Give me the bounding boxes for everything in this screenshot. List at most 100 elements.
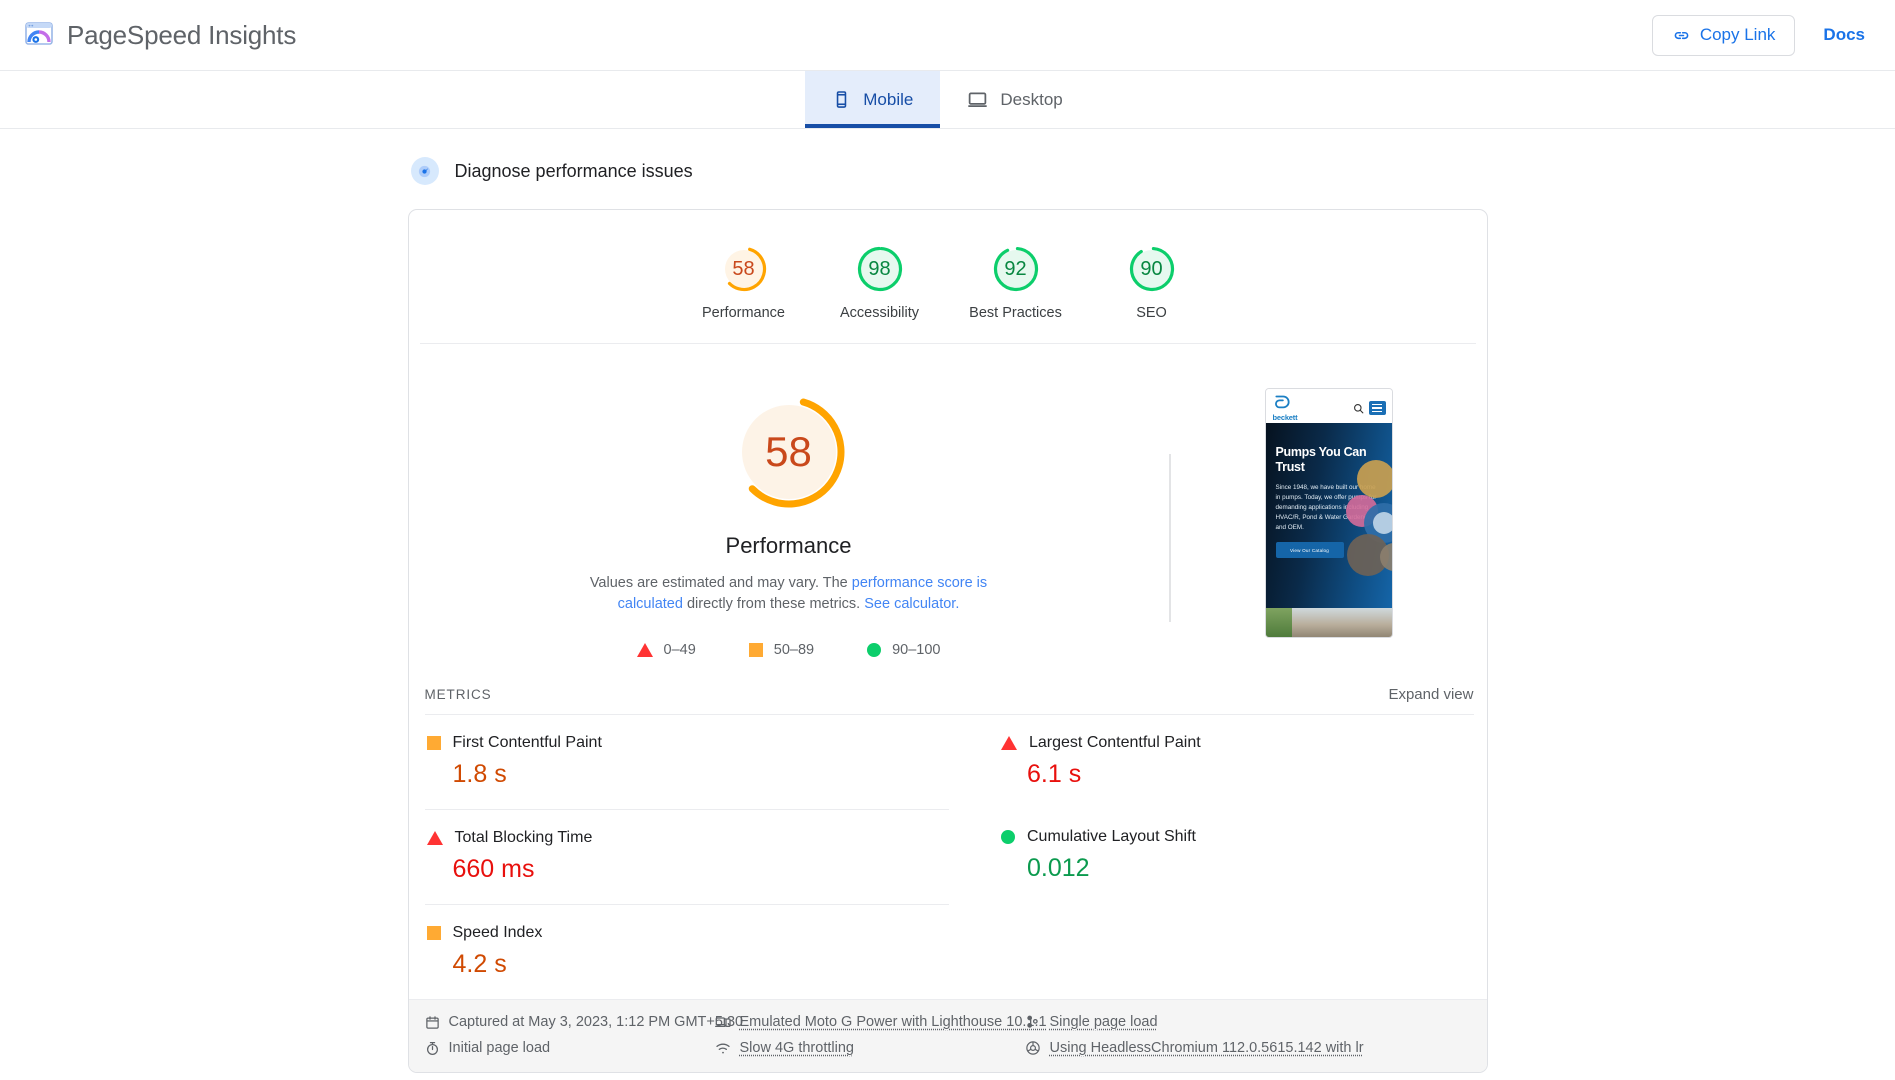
performance-description: Values are estimated and may vary. The p… bbox=[569, 573, 1009, 614]
copy-link-button[interactable]: Copy Link bbox=[1651, 14, 1796, 56]
thumbnail-footer-image bbox=[1265, 608, 1392, 637]
diagnose-label: Diagnose performance issues bbox=[454, 160, 693, 181]
score-seo-label: SEO bbox=[1136, 305, 1167, 321]
page-body: Diagnose performance issues 58 Performan… bbox=[0, 129, 1895, 1074]
category-scores: 58 Performance 98 Accessibility 92 Best … bbox=[419, 210, 1476, 344]
meta-emulated-device[interactable]: Emulated Moto G Power with Lighthouse 10… bbox=[714, 1014, 1047, 1030]
device-icon bbox=[714, 1014, 731, 1030]
metric-label: Cumulative Layout Shift bbox=[1027, 828, 1196, 846]
report-card: 58 Performance 98 Accessibility 92 Best … bbox=[407, 209, 1488, 1074]
gauge-seo-value: 90 bbox=[1140, 257, 1163, 280]
meta-text: Initial page load bbox=[448, 1040, 551, 1057]
tab-bar: Mobile Desktop bbox=[0, 71, 1895, 129]
gauge-performance: 58 bbox=[719, 244, 769, 294]
metric-value: 660 ms bbox=[452, 855, 535, 884]
gauge-accessibility: 98 bbox=[855, 244, 905, 294]
brand: PageSpeed Insights bbox=[24, 20, 296, 51]
monitor-icon bbox=[967, 89, 988, 110]
meta-text: Captured at May 3, 2023, 1:12 PM GMT+5:3… bbox=[448, 1014, 744, 1031]
metric-label: Speed Index bbox=[452, 924, 543, 942]
calendar-icon bbox=[425, 1015, 440, 1030]
desc-text-2: directly from these metrics. bbox=[682, 595, 865, 612]
meta-single-page-load[interactable]: Single page load bbox=[1025, 1014, 1471, 1030]
metric-cumulative-layout-shift[interactable]: Cumulative Layout Shift 0.012 bbox=[949, 809, 1474, 904]
metric-label: Total Blocking Time bbox=[454, 829, 593, 847]
gauge-performance-large-value: 58 bbox=[765, 428, 812, 475]
score-performance[interactable]: 58 Performance bbox=[676, 244, 812, 321]
score-legend: 0–49 50–89 90–100 bbox=[636, 642, 940, 659]
metric-value: 1.8 s bbox=[452, 760, 507, 789]
tab-desktop-label: Desktop bbox=[1000, 89, 1063, 109]
meta-browser-version[interactable]: Using HeadlessChromium 112.0.5615.142 wi… bbox=[1025, 1040, 1471, 1056]
score-seo[interactable]: 90 SEO bbox=[1084, 244, 1220, 321]
stopwatch-icon bbox=[425, 1041, 440, 1056]
square-icon bbox=[748, 643, 763, 658]
score-accessibility-label: Accessibility bbox=[840, 305, 919, 321]
gauge-performance-large: 58 bbox=[727, 390, 851, 514]
diagnose-icon bbox=[410, 157, 439, 185]
tab-mobile[interactable]: Mobile bbox=[805, 71, 941, 128]
performance-label: Performance bbox=[725, 533, 852, 558]
chrome-icon bbox=[1025, 1040, 1041, 1056]
top-bar-actions: Copy Link Docs bbox=[1651, 14, 1873, 56]
meta-text[interactable]: Slow 4G throttling bbox=[740, 1040, 854, 1056]
tab-desktop[interactable]: Desktop bbox=[940, 71, 1089, 128]
meta-throttling[interactable]: Slow 4G throttling bbox=[715, 1040, 1025, 1056]
beckett-logo: beckett bbox=[1273, 395, 1298, 422]
score-best-practices[interactable]: 92 Best Practices bbox=[948, 244, 1084, 321]
legend-range-average: 50–89 bbox=[773, 642, 815, 659]
meta-text[interactable]: Single page load bbox=[1050, 1014, 1158, 1030]
legend-item-average: 50–89 bbox=[748, 642, 815, 659]
metric-total-blocking-time[interactable]: Total Blocking Time 660 ms bbox=[424, 809, 949, 904]
see-calculator-link[interactable]: See calculator. bbox=[864, 596, 959, 612]
gauge-best-practices: 92 bbox=[991, 244, 1041, 294]
meta-text[interactable]: Emulated Moto G Power with Lighthouse 10… bbox=[740, 1014, 1047, 1030]
legend-range-good: 90–100 bbox=[892, 642, 941, 659]
performance-hero: 58 Performance Values are estimated and … bbox=[409, 344, 1487, 676]
gauge-seo: 90 bbox=[1127, 244, 1177, 294]
legend-range-poor: 0–49 bbox=[663, 642, 696, 659]
gauge-performance-value: 58 bbox=[732, 257, 755, 280]
circle-icon bbox=[1001, 830, 1015, 845]
thumbnail-header-icons bbox=[1353, 401, 1386, 415]
square-icon bbox=[426, 736, 441, 751]
metric-first-contentful-paint[interactable]: First Contentful Paint 1.8 s bbox=[424, 714, 949, 809]
legend-item-good: 90–100 bbox=[867, 642, 940, 658]
thumbnail-hero: Pumps You Can Trust Since 1948, we have … bbox=[1265, 423, 1392, 608]
square-icon bbox=[426, 926, 441, 941]
triangle-icon bbox=[426, 831, 443, 846]
gauge-best-practices-value: 92 bbox=[1004, 257, 1027, 280]
metric-value: 0.012 bbox=[1027, 854, 1090, 883]
metric-label: Largest Contentful Paint bbox=[1029, 734, 1201, 752]
meta-text[interactable]: Using HeadlessChromium 112.0.5615.142 wi… bbox=[1050, 1040, 1364, 1056]
score-best-practices-label: Best Practices bbox=[969, 305, 1062, 321]
metric-value: 6.1 s bbox=[1027, 760, 1082, 789]
score-performance-label: Performance bbox=[701, 305, 785, 321]
hamburger-menu-icon bbox=[1368, 401, 1386, 415]
single-load-icon bbox=[1025, 1014, 1041, 1030]
legend-item-poor: 0–49 bbox=[636, 642, 696, 659]
metrics-title: METRICS bbox=[424, 687, 492, 703]
pagespeed-logo-icon bbox=[24, 20, 54, 50]
run-metadata: Captured at May 3, 2023, 1:12 PM GMT+5:3… bbox=[408, 999, 1487, 1073]
docs-link[interactable]: Docs bbox=[1815, 19, 1873, 51]
metrics-grid: First Contentful Paint 1.8 s Largest Con… bbox=[409, 714, 1487, 999]
diagnose-header: Diagnose performance issues bbox=[408, 157, 1488, 185]
copy-link-label: Copy Link bbox=[1699, 25, 1776, 44]
score-accessibility[interactable]: 98 Accessibility bbox=[812, 244, 948, 321]
gauge-accessibility-value: 98 bbox=[868, 257, 891, 280]
metric-speed-index[interactable]: Speed Index 4.2 s bbox=[424, 904, 949, 999]
desc-text-1: Values are estimated and may vary. The bbox=[589, 575, 852, 591]
metric-empty-slot bbox=[949, 904, 1474, 999]
metrics-header: METRICS Expand view bbox=[409, 686, 1487, 703]
metric-largest-contentful-paint[interactable]: Largest Contentful Paint 6.1 s bbox=[949, 714, 1474, 809]
phone-icon bbox=[832, 90, 851, 109]
performance-summary: 58 Performance Values are estimated and … bbox=[409, 386, 1169, 658]
metric-label: First Contentful Paint bbox=[452, 734, 602, 752]
tab-mobile-label: Mobile bbox=[863, 89, 914, 109]
top-bar: PageSpeed Insights Copy Link Docs bbox=[0, 0, 1895, 71]
page-screenshot-thumbnail: beckett Pumps You Can Trust Since 1948, … bbox=[1264, 388, 1393, 638]
expand-view-button[interactable]: Expand view bbox=[1388, 686, 1473, 703]
metric-value: 4.2 s bbox=[452, 950, 507, 979]
link-icon bbox=[1672, 26, 1691, 45]
